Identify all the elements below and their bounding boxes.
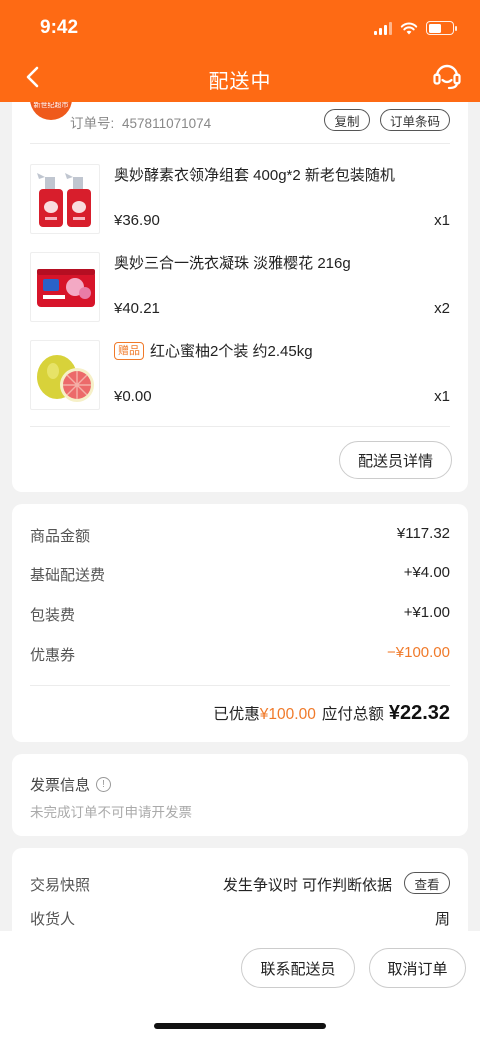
view-snapshot-button[interactable]: 查看 bbox=[404, 872, 450, 894]
headset-icon bbox=[433, 64, 461, 90]
summary-value: −¥100.00 bbox=[387, 644, 450, 661]
summary-row-coupon: 优惠券 −¥100.00 bbox=[30, 644, 450, 666]
product-price: ¥40.21 bbox=[114, 300, 160, 317]
summary-value: +¥1.00 bbox=[403, 604, 450, 621]
summary-row-packaging-fee: 包装费 +¥1.00 bbox=[30, 604, 450, 626]
order-number: 订单号: 457811071074 bbox=[70, 112, 211, 132]
receiver-label: 收货人 bbox=[30, 911, 76, 928]
product-quantity: x1 bbox=[434, 388, 450, 405]
product-name: 奥妙酵素衣领净组套 400g*2 新老包装随机 bbox=[114, 167, 395, 184]
summary-row-delivery-fee: 基础配送费 +¥4.00 bbox=[30, 564, 450, 586]
product-name-text: 红心蜜柚2个装 约2.45kg bbox=[150, 343, 313, 360]
order-number-label: 订单号: bbox=[70, 116, 115, 131]
status-time: 9:42 bbox=[40, 17, 79, 38]
divider bbox=[30, 685, 450, 686]
product-name: 赠品 红心蜜柚2个装 约2.45kg bbox=[114, 340, 313, 361]
receiver-row: 收货人 周 bbox=[30, 908, 450, 932]
page-title: 配送中 bbox=[208, 70, 272, 93]
customer-service-button[interactable] bbox=[430, 58, 464, 94]
summary-row-goods-amount: 商品金额 ¥117.32 bbox=[30, 525, 450, 547]
pomelo-fruit-icon bbox=[30, 340, 100, 410]
product-quantity: x2 bbox=[434, 300, 450, 317]
copy-order-button[interactable]: 复制 bbox=[324, 109, 370, 131]
total-row: 已优惠 ¥100.00 应付总额 ¥22.32 bbox=[213, 702, 450, 725]
order-barcode-button[interactable]: 订单条码 bbox=[380, 109, 450, 131]
divider bbox=[30, 426, 450, 427]
back-arrow-icon bbox=[26, 66, 39, 88]
courier-details-button[interactable]: 配送员详情 bbox=[339, 441, 452, 479]
summary-label: 基础配送费 bbox=[30, 567, 106, 584]
info-icon[interactable]: ! bbox=[96, 777, 112, 792]
product-item[interactable]: 赠品 红心蜜柚2个装 约2.45kg ¥0.00 x1 bbox=[30, 340, 450, 412]
product-item[interactable]: 奥妙酵素衣领净组套 400g*2 新老包装随机 ¥36.90 x1 bbox=[30, 164, 450, 236]
bottom-action-bar: 联系配送员 取消订单 bbox=[0, 931, 480, 1039]
nav-bar: 配送中 bbox=[0, 56, 480, 102]
product-name: 奥妙三合一洗衣凝珠 淡雅樱花 216g bbox=[114, 255, 351, 272]
summary-label: 商品金额 bbox=[30, 528, 91, 545]
cancel-order-button[interactable]: 取消订单 bbox=[369, 948, 466, 988]
status-icons bbox=[374, 21, 457, 35]
invoice-card: 发票信息 ! 未完成订单不可申请开发票 bbox=[12, 754, 468, 836]
total-label: 应付总额 bbox=[321, 706, 384, 723]
order-number-value: 457811071074 bbox=[122, 116, 212, 131]
total-amount: ¥22.32 bbox=[388, 702, 450, 724]
snapshot-description: 发生争议时 可作判断依据 bbox=[222, 877, 392, 894]
home-indicator[interactable] bbox=[154, 1023, 326, 1029]
invoice-title-text: 发票信息 bbox=[30, 777, 91, 794]
summary-label: 优惠券 bbox=[30, 647, 76, 664]
invoice-title: 发票信息 ! bbox=[30, 774, 112, 795]
wifi-icon bbox=[400, 22, 418, 35]
gift-badge: 赠品 bbox=[114, 342, 144, 360]
price-summary-card: 商品金额 ¥117.32 基础配送费 +¥4.00 包装费 +¥1.00 优惠券… bbox=[12, 504, 468, 742]
divider bbox=[30, 143, 450, 144]
laundry-pods-tub-icon bbox=[30, 252, 100, 322]
snapshot-label: 交易快照 bbox=[30, 877, 91, 894]
invoice-subtitle: 未完成订单不可申请开发票 bbox=[30, 805, 192, 820]
detergent-spray-bottles-icon bbox=[30, 164, 100, 234]
product-item[interactable]: 奥妙三合一洗衣凝珠 淡雅樱花 216g ¥40.21 x2 bbox=[30, 252, 450, 324]
receiver-value: 周 bbox=[434, 911, 450, 928]
back-button[interactable] bbox=[18, 62, 46, 92]
contact-courier-button[interactable]: 联系配送员 bbox=[241, 948, 355, 988]
product-price: ¥36.90 bbox=[114, 212, 160, 229]
order-card: 新世纪超市 订单号: 457811071074 复制 订单条码 奥妙酵素衣领净组… bbox=[12, 90, 468, 492]
summary-value: ¥117.32 bbox=[396, 525, 450, 542]
product-price: ¥0.00 bbox=[114, 388, 152, 405]
summary-label: 包装费 bbox=[30, 607, 76, 624]
snapshot-row: 交易快照 发生争议时 可作判断依据 查看 bbox=[30, 872, 450, 898]
product-quantity: x1 bbox=[434, 212, 450, 229]
cellular-signal-icon bbox=[374, 21, 392, 35]
app-header: 9:42 配送中 bbox=[0, 0, 480, 102]
status-bar: 9:42 bbox=[0, 0, 480, 56]
battery-icon bbox=[426, 21, 457, 35]
discount-prefix: 已优惠 bbox=[213, 706, 260, 723]
summary-value: +¥4.00 bbox=[403, 564, 450, 581]
discount-amount: ¥100.00 bbox=[259, 706, 316, 723]
